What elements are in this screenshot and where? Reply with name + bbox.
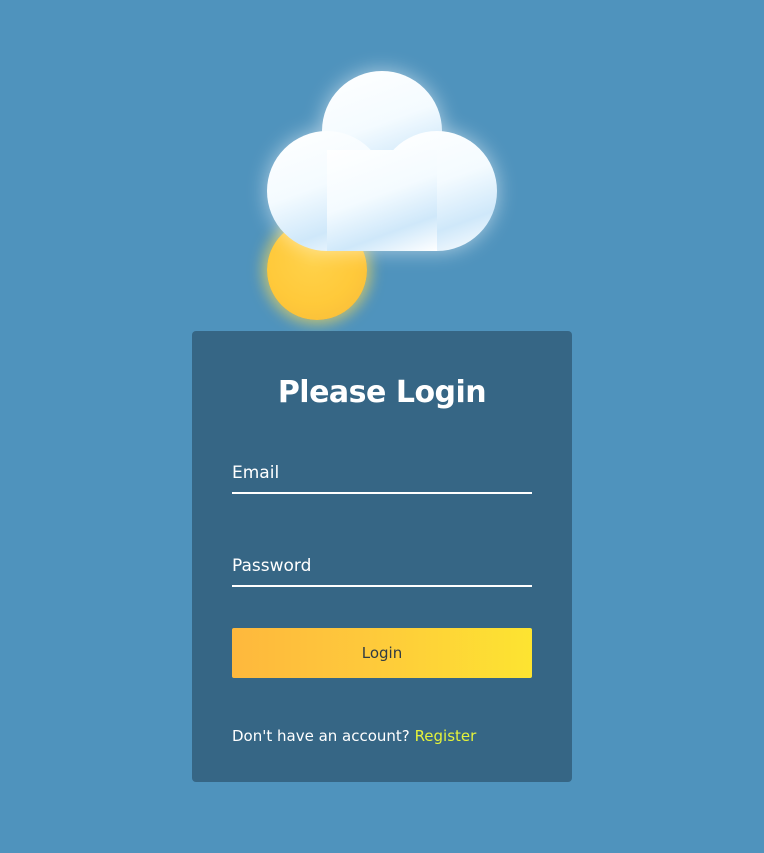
password-field[interactable]: [232, 547, 532, 585]
email-field[interactable]: [232, 454, 532, 492]
register-link[interactable]: Register: [415, 727, 477, 745]
register-prompt-line: Don't have an account? Register: [232, 726, 476, 746]
cloud-icon: [0, 0, 764, 300]
page-title: Please Login: [277, 375, 487, 410]
email-field-wrapper: [232, 454, 532, 494]
login-card: Please Login Login Don't have an account…: [192, 331, 572, 782]
weather-illustration: [0, 0, 764, 340]
password-field-wrapper: [232, 547, 532, 587]
cloud-base-part: [327, 150, 437, 251]
register-prompt-text: Don't have an account?: [232, 727, 410, 745]
login-button[interactable]: Login: [232, 628, 532, 678]
